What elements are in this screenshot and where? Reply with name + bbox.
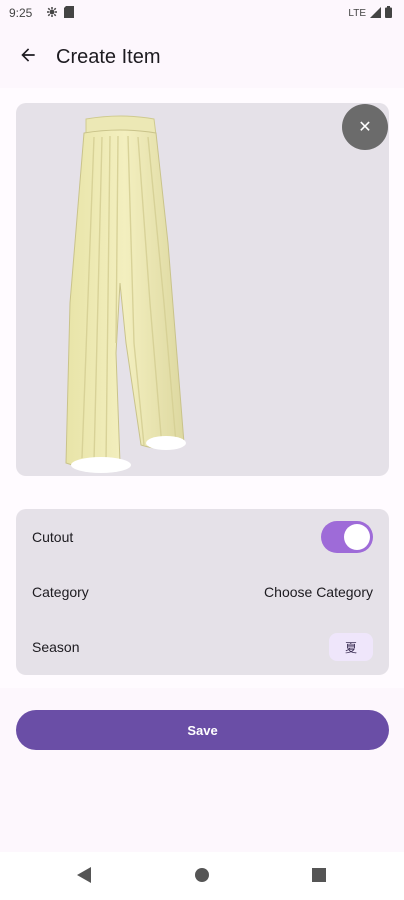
save-button[interactable]: Save: [16, 710, 389, 750]
circle-home-icon: [194, 867, 210, 888]
category-value[interactable]: Choose Category: [264, 584, 373, 600]
close-icon: ✕: [358, 119, 372, 136]
item-photo: [65, 115, 186, 473]
season-chip[interactable]: 夏: [329, 633, 373, 661]
app-bar: Create Item: [0, 26, 404, 88]
nav-back-button[interactable]: [74, 866, 96, 888]
category-row[interactable]: Category Choose Category: [32, 572, 373, 612]
remove-image-button[interactable]: ✕: [342, 104, 388, 150]
category-label: Category: [32, 584, 89, 600]
settings-card: Cutout Category Choose Category Season 夏: [16, 509, 389, 675]
cutout-toggle[interactable]: [321, 521, 373, 553]
sd-card-icon: [64, 5, 74, 23]
cutout-label: Cutout: [32, 529, 74, 545]
page-title: Create Item: [56, 45, 161, 68]
settings-icon: [46, 5, 58, 23]
battery-icon: [385, 6, 392, 21]
arrow-back-icon: [18, 45, 38, 70]
status-time: 9:25: [9, 6, 33, 20]
item-image-card: ✕: [16, 103, 389, 476]
season-row: Season 夏: [32, 627, 373, 667]
main-content: ✕ Cutout Category Choose Category Season…: [0, 88, 404, 688]
back-button[interactable]: [0, 29, 56, 85]
season-label: Season: [32, 639, 80, 655]
system-nav-bar: [0, 852, 404, 900]
network-type: LTE: [348, 8, 366, 19]
nav-home-button[interactable]: [191, 866, 213, 888]
status-bar: 9:25 LTE: [0, 0, 404, 26]
nav-recents-button[interactable]: [308, 866, 330, 888]
cutout-row: Cutout: [32, 517, 373, 557]
season-value: 夏: [344, 640, 357, 655]
toggle-knob: [344, 524, 370, 550]
save-button-label: Save: [187, 722, 218, 738]
triangle-back-icon: [77, 866, 93, 888]
signal-icon: [370, 6, 381, 21]
square-recents-icon: [312, 867, 326, 887]
